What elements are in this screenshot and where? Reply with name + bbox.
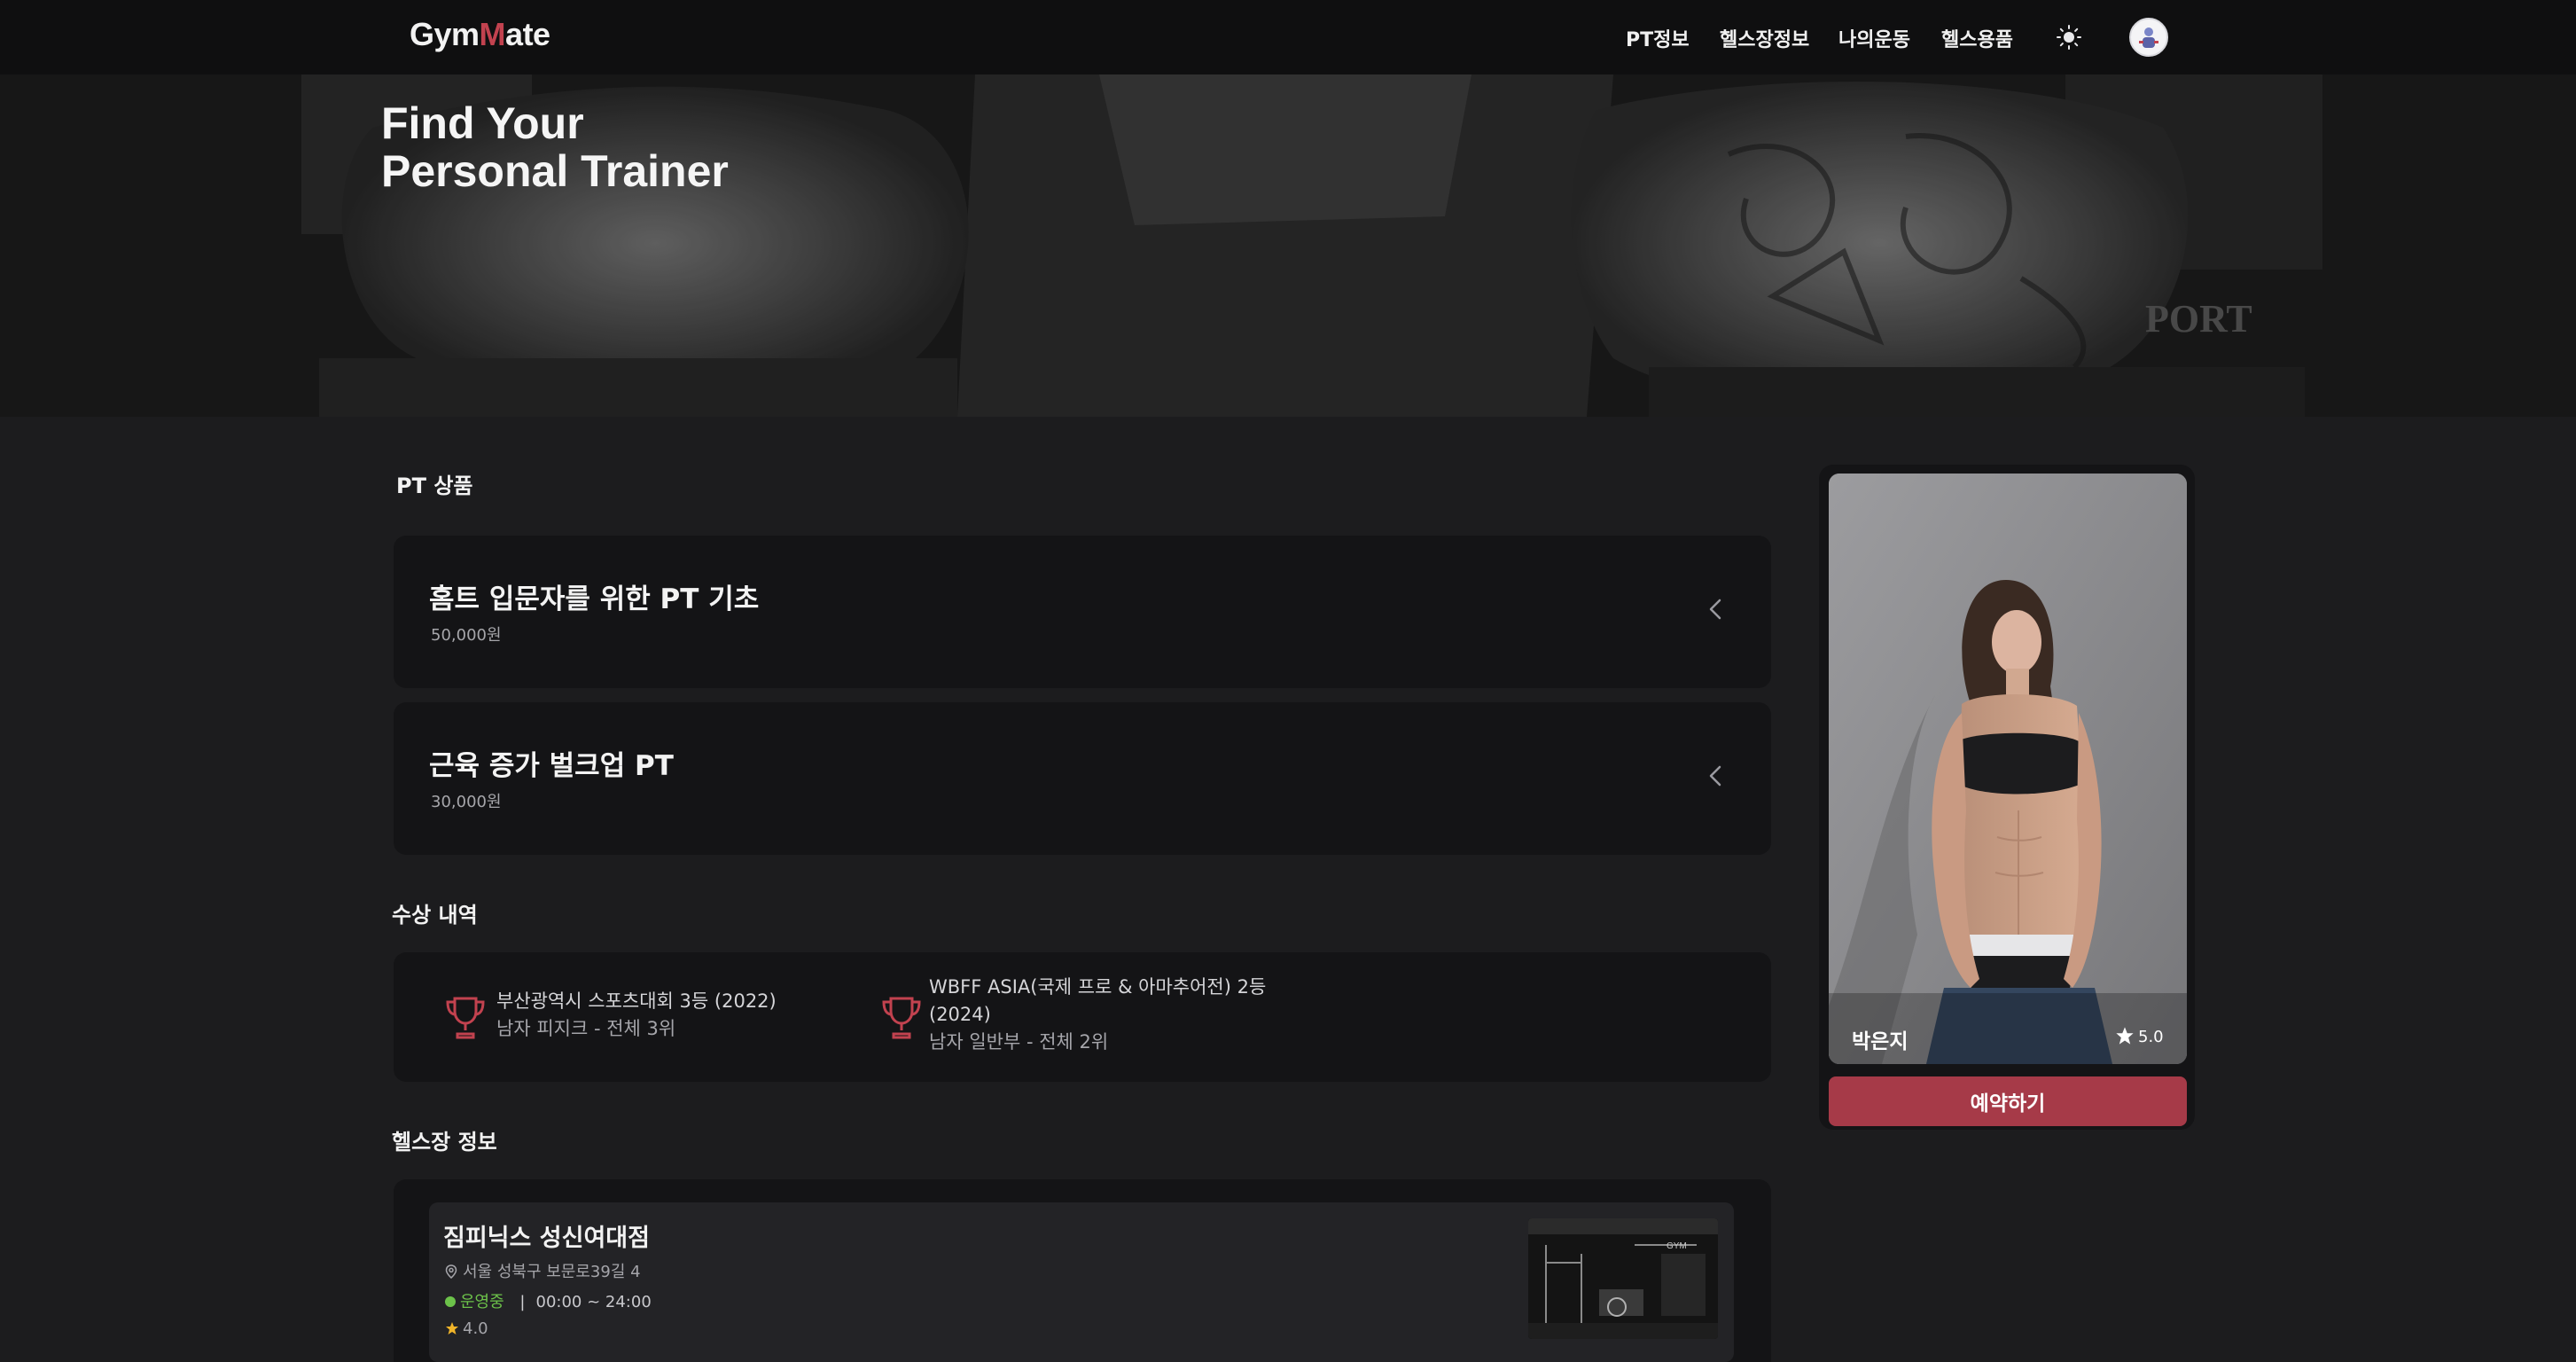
gymmate-logo[interactable]: GymMate (410, 16, 550, 53)
chevron-left-icon[interactable] (1706, 761, 1725, 791)
trainer-rating-value: 5.0 (2138, 1028, 2164, 1046)
separator: | (519, 1293, 526, 1311)
gym-status: 운영중 (460, 1293, 504, 1311)
award-detail: 남자 일반부 - 전체 2위 (929, 1031, 1109, 1053)
gym-address-text: 서울 성북구 보문로39길 4 (463, 1263, 641, 1281)
location-pin-icon (445, 1264, 457, 1279)
pt-product-name: 근육 증가 벌크업 PT (429, 750, 674, 782)
pt-product-card[interactable]: 근육 증가 벌크업 PT 30,000원 (394, 702, 1771, 855)
open-status-dot (445, 1296, 456, 1307)
awards-card: 부산광역시 스포츠대회 3등 (2022) 남자 피지크 - 전체 3위 WBF… (394, 952, 1771, 1082)
gym-photo[interactable]: GYM (1528, 1218, 1718, 1339)
hero-title-line1: Find Your (381, 98, 584, 148)
gym-name: 짐피닉스 성신여대점 (443, 1225, 650, 1252)
pt-products-title: PT 상품 (396, 474, 473, 498)
gym-address: 서울 성북구 보문로39길 4 (445, 1259, 641, 1282)
sun-icon[interactable] (2056, 24, 2082, 51)
pt-product-card[interactable]: 홈트 입문자를 위한 PT 기초 50,000원 (394, 536, 1771, 688)
award-detail: 남자 피지크 - 전체 3위 (496, 1018, 676, 1039)
nav-gym-info[interactable]: 헬스장정보 (1720, 24, 1809, 51)
hero-title-line2: Personal Trainer (381, 146, 729, 196)
star-icon (2116, 1027, 2134, 1045)
awards-title: 수상 내역 (392, 903, 478, 928)
trophy-icon (882, 997, 921, 1039)
star-icon (446, 1322, 458, 1335)
nav-my-workout[interactable]: 나의운동 (1838, 24, 1910, 51)
gym-rating-value: 4.0 (463, 1319, 488, 1338)
pt-product-name: 홈트 입문자를 위한 PT 기초 (429, 583, 760, 615)
nav-gym-supplies[interactable]: 헬스용품 (1941, 24, 2013, 51)
gym-hours: 운영중 | 00:00 ~ 24:00 (445, 1289, 652, 1312)
pt-product-price: 30,000원 (431, 793, 502, 811)
hero-banner: PORT Find Your Personal Trainer (0, 74, 2576, 417)
user-avatar[interactable] (2129, 18, 2168, 57)
trainer-rating: 5.0 (2115, 1026, 2164, 1046)
hero-title: Find Your Personal Trainer (381, 99, 729, 195)
reserve-button[interactable]: 예약하기 (1829, 1076, 2187, 1126)
gym-rating: 4.0 (445, 1319, 488, 1338)
chevron-left-icon[interactable] (1706, 594, 1725, 624)
pt-product-price: 50,000원 (431, 626, 502, 645)
trainer-name: 박은지 (1852, 1030, 1909, 1053)
trophy-icon (446, 997, 485, 1039)
trainer-photo (1829, 474, 2187, 1064)
top-navigation-bar: GymMate PT정보 헬스장정보 나의운동 헬스용품 (0, 0, 2576, 74)
gym-info-title: 헬스장 정보 (392, 1130, 497, 1155)
nav-pt-info[interactable]: PT정보 (1626, 24, 1690, 51)
award-title: 부산광역시 스포츠대회 3등 (2022) (496, 990, 777, 1012)
award-title: WBFF ASIA(국제 프로 & 아마추어전) 2등 (2024) (929, 976, 1267, 1025)
gym-list-item[interactable]: 짐피닉스 성신여대점 서울 성북구 보문로39길 4 운영중 | 00:00 ~ … (429, 1202, 1734, 1362)
gym-hours-text: 00:00 ~ 24:00 (535, 1293, 652, 1311)
svg-text:GYM: GYM (1667, 1241, 1687, 1251)
